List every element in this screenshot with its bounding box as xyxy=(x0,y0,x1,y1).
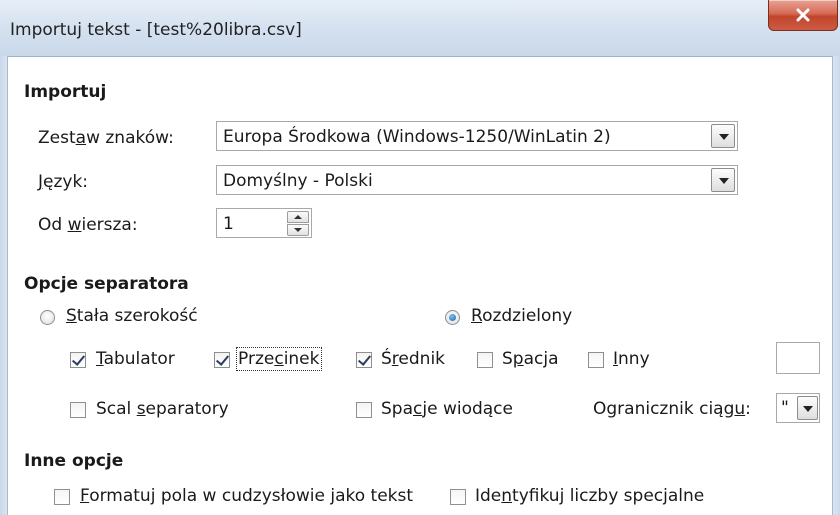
quote-char-select[interactable]: " xyxy=(776,393,820,423)
section-import-heading: Importuj xyxy=(24,82,107,102)
separated-radio[interactable] xyxy=(445,310,460,325)
trim-spaces-checkbox[interactable] xyxy=(356,402,372,418)
other-label[interactable]: Inny xyxy=(613,349,650,369)
window-title: Importuj tekst - [test%20libra.csv] xyxy=(10,20,302,40)
semicolon-checkbox[interactable] xyxy=(356,352,372,368)
close-button[interactable] xyxy=(768,0,838,31)
comma-label[interactable]: Przecinek xyxy=(236,347,322,371)
window-frame-left xyxy=(0,56,8,515)
quoted-as-text-checkbox[interactable] xyxy=(54,489,70,505)
space-label[interactable]: Spacja xyxy=(502,349,559,369)
spin-up-icon[interactable] xyxy=(287,211,309,223)
language-select[interactable]: Domyślny - Polski xyxy=(216,165,738,195)
detect-special-numbers-label[interactable]: Identyfikuj liczby specjalne xyxy=(475,486,704,506)
window-frame-right xyxy=(832,56,840,515)
fixed-width-radio[interactable] xyxy=(40,310,55,325)
chevron-down-icon[interactable] xyxy=(711,124,735,148)
trim-spaces-label[interactable]: Spacje wiodące xyxy=(381,399,513,419)
quote-char-value: " xyxy=(781,398,789,418)
fixed-width-label[interactable]: Stała szerokość xyxy=(66,306,198,326)
merge-separators-checkbox[interactable] xyxy=(70,402,86,418)
from-row-label: Od wiersza: xyxy=(38,215,138,235)
title-bar: Importuj tekst - [test%20libra.csv] xyxy=(0,0,840,57)
charset-label: Zestaw znaków: xyxy=(38,128,174,148)
section-separator-heading: Opcje separatora xyxy=(24,274,189,294)
charset-value: Europa Środkowa (Windows-1250/WinLatin 2… xyxy=(223,127,611,147)
from-row-value: 1 xyxy=(223,214,234,234)
charset-select[interactable]: Europa Środkowa (Windows-1250/WinLatin 2… xyxy=(216,121,738,151)
tab-checkbox[interactable] xyxy=(70,352,86,368)
semicolon-label[interactable]: Średnik xyxy=(381,349,445,369)
merge-separators-label[interactable]: Scal separatory xyxy=(96,399,229,419)
space-checkbox[interactable] xyxy=(477,352,493,368)
quote-char-label: Ogranicznik ciągu: xyxy=(593,399,751,419)
other-checkbox[interactable] xyxy=(588,352,604,368)
from-row-spinner[interactable]: 1 xyxy=(216,208,312,238)
chevron-down-icon[interactable] xyxy=(711,168,735,192)
separated-label[interactable]: Rozdzielony xyxy=(471,306,572,326)
other-separator-input[interactable] xyxy=(776,342,820,374)
language-value: Domyślny - Polski xyxy=(223,171,373,191)
comma-checkbox[interactable] xyxy=(214,352,230,368)
quoted-as-text-label[interactable]: Formatuj pola w cudzysłowie jako tekst xyxy=(80,486,413,506)
detect-special-numbers-checkbox[interactable] xyxy=(450,489,466,505)
close-x-icon xyxy=(796,8,810,22)
dialog-body: Importuj Zestaw znaków: Europa Środkowa … xyxy=(8,57,832,515)
spin-down-icon[interactable] xyxy=(287,224,309,236)
chevron-down-icon[interactable] xyxy=(797,396,818,420)
section-other-heading: Inne opcje xyxy=(24,451,124,471)
tab-label[interactable]: Tabulator xyxy=(96,349,175,369)
language-label: Język: xyxy=(38,172,89,192)
